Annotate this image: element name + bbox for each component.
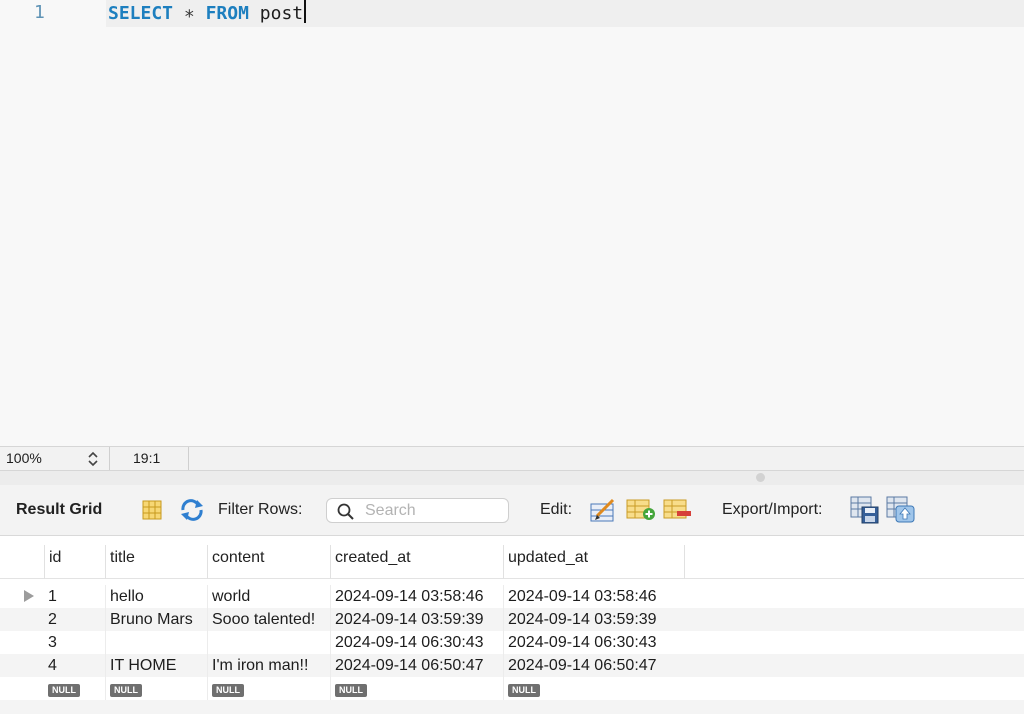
table-row[interactable]: 1 hello world 2024-09-14 03:58:46 2024-0… [0, 585, 1024, 608]
grid-header: id title content created_at updated_at [0, 537, 1024, 579]
null-cell[interactable]: NULL [44, 677, 106, 700]
search-input[interactable] [365, 501, 503, 520]
column-header-id[interactable]: id [44, 545, 106, 579]
current-row-arrow-icon [24, 590, 34, 602]
null-cell[interactable]: NULL [503, 677, 685, 700]
sql-editor[interactable]: 1 SELECT ∗ FROM post [0, 0, 1024, 446]
line-number: 1 [34, 2, 45, 23]
cell-title[interactable]: IT HOME [105, 654, 207, 677]
null-badge: NULL [110, 684, 142, 697]
cell-title[interactable]: Bruno Mars [105, 608, 207, 631]
null-badge: NULL [212, 684, 244, 697]
export-import-label: Export/Import: [722, 501, 823, 518]
zoom-value: 100% [6, 450, 42, 466]
text-caret [304, 0, 307, 23]
add-row-icon[interactable] [626, 498, 656, 522]
cell-created-at[interactable]: 2024-09-14 06:50:47 [330, 654, 503, 677]
null-cell[interactable]: NULL [207, 677, 330, 700]
pane-splitter[interactable] [0, 471, 1024, 485]
result-grid-tab[interactable]: Result Grid [16, 501, 102, 519]
null-cell[interactable]: NULL [105, 677, 207, 700]
table-identifier: post [259, 3, 304, 24]
cell-content[interactable]: world [207, 585, 330, 608]
table-row[interactable]: 2 Bruno Mars Sooo talented! 2024-09-14 0… [0, 608, 1024, 631]
delete-row-icon[interactable] [663, 498, 693, 522]
column-header-updated-at[interactable]: updated_at [503, 545, 685, 579]
table-row[interactable]: 3 2024-09-14 06:30:43 2024-09-14 06:30:4… [0, 631, 1024, 654]
export-icon[interactable] [850, 496, 880, 524]
edit-label: Edit: [540, 501, 573, 518]
editor-status-bar: 100% 19:1 [0, 446, 1024, 471]
filter-rows-label: Filter Rows: [218, 501, 303, 518]
select-keyword: SELECT [108, 3, 174, 24]
cell-updated-at[interactable]: 2024-09-14 06:50:47 [503, 654, 685, 677]
cell-content[interactable]: Sooo talented! [207, 608, 330, 631]
cell-updated-at[interactable]: 2024-09-14 03:59:39 [503, 608, 685, 631]
result-grid[interactable]: id title content created_at updated_at 1… [0, 537, 1024, 714]
table-row[interactable]: 4 IT HOME I'm iron man!! 2024-09-14 06:5… [0, 654, 1024, 677]
null-badge: NULL [508, 684, 540, 697]
current-code-line[interactable]: SELECT ∗ FROM post [106, 0, 1024, 27]
cell-id[interactable]: 3 [44, 631, 106, 654]
cell-updated-at[interactable]: 2024-09-14 06:30:43 [503, 631, 685, 654]
cell-title[interactable] [105, 631, 207, 654]
cell-created-at[interactable]: 2024-09-14 06:30:43 [330, 631, 503, 654]
splitter-handle[interactable] [756, 473, 765, 482]
null-badge: NULL [335, 684, 367, 697]
cell-id[interactable]: 4 [44, 654, 106, 677]
cell-id[interactable]: 1 [44, 585, 106, 608]
updown-chevron-icon[interactable] [86, 450, 100, 468]
new-row-placeholder[interactable]: NULL NULL NULL NULL NULL [0, 677, 1024, 700]
cell-content[interactable]: I'm iron man!! [207, 654, 330, 677]
from-keyword: FROM [205, 3, 249, 24]
zoom-selector[interactable]: 100% [0, 447, 110, 470]
filter-search-box[interactable] [326, 498, 509, 523]
result-toolbar: Result Grid Filter Rows: Edit: [0, 485, 1024, 536]
refresh-icon[interactable] [179, 498, 205, 522]
cell-id[interactable]: 2 [44, 608, 106, 631]
cell-content[interactable] [207, 631, 330, 654]
star-operator: ∗ [183, 3, 195, 24]
column-layout-icon[interactable] [141, 499, 163, 521]
cell-created-at[interactable]: 2024-09-14 03:58:46 [330, 585, 503, 608]
search-icon [337, 503, 354, 520]
import-icon[interactable] [886, 496, 916, 524]
null-cell[interactable]: NULL [330, 677, 503, 700]
cell-updated-at[interactable]: 2024-09-14 03:58:46 [503, 585, 685, 608]
column-header-created-at[interactable]: created_at [330, 545, 503, 579]
column-header-title[interactable]: title [105, 545, 207, 579]
null-badge: NULL [48, 684, 80, 697]
column-header-content[interactable]: content [207, 545, 330, 579]
cursor-position: 19:1 [110, 447, 189, 470]
cell-title[interactable]: hello [105, 585, 207, 608]
empty-row [0, 700, 1024, 714]
edit-row-icon[interactable] [589, 496, 617, 524]
cell-created-at[interactable]: 2024-09-14 03:59:39 [330, 608, 503, 631]
